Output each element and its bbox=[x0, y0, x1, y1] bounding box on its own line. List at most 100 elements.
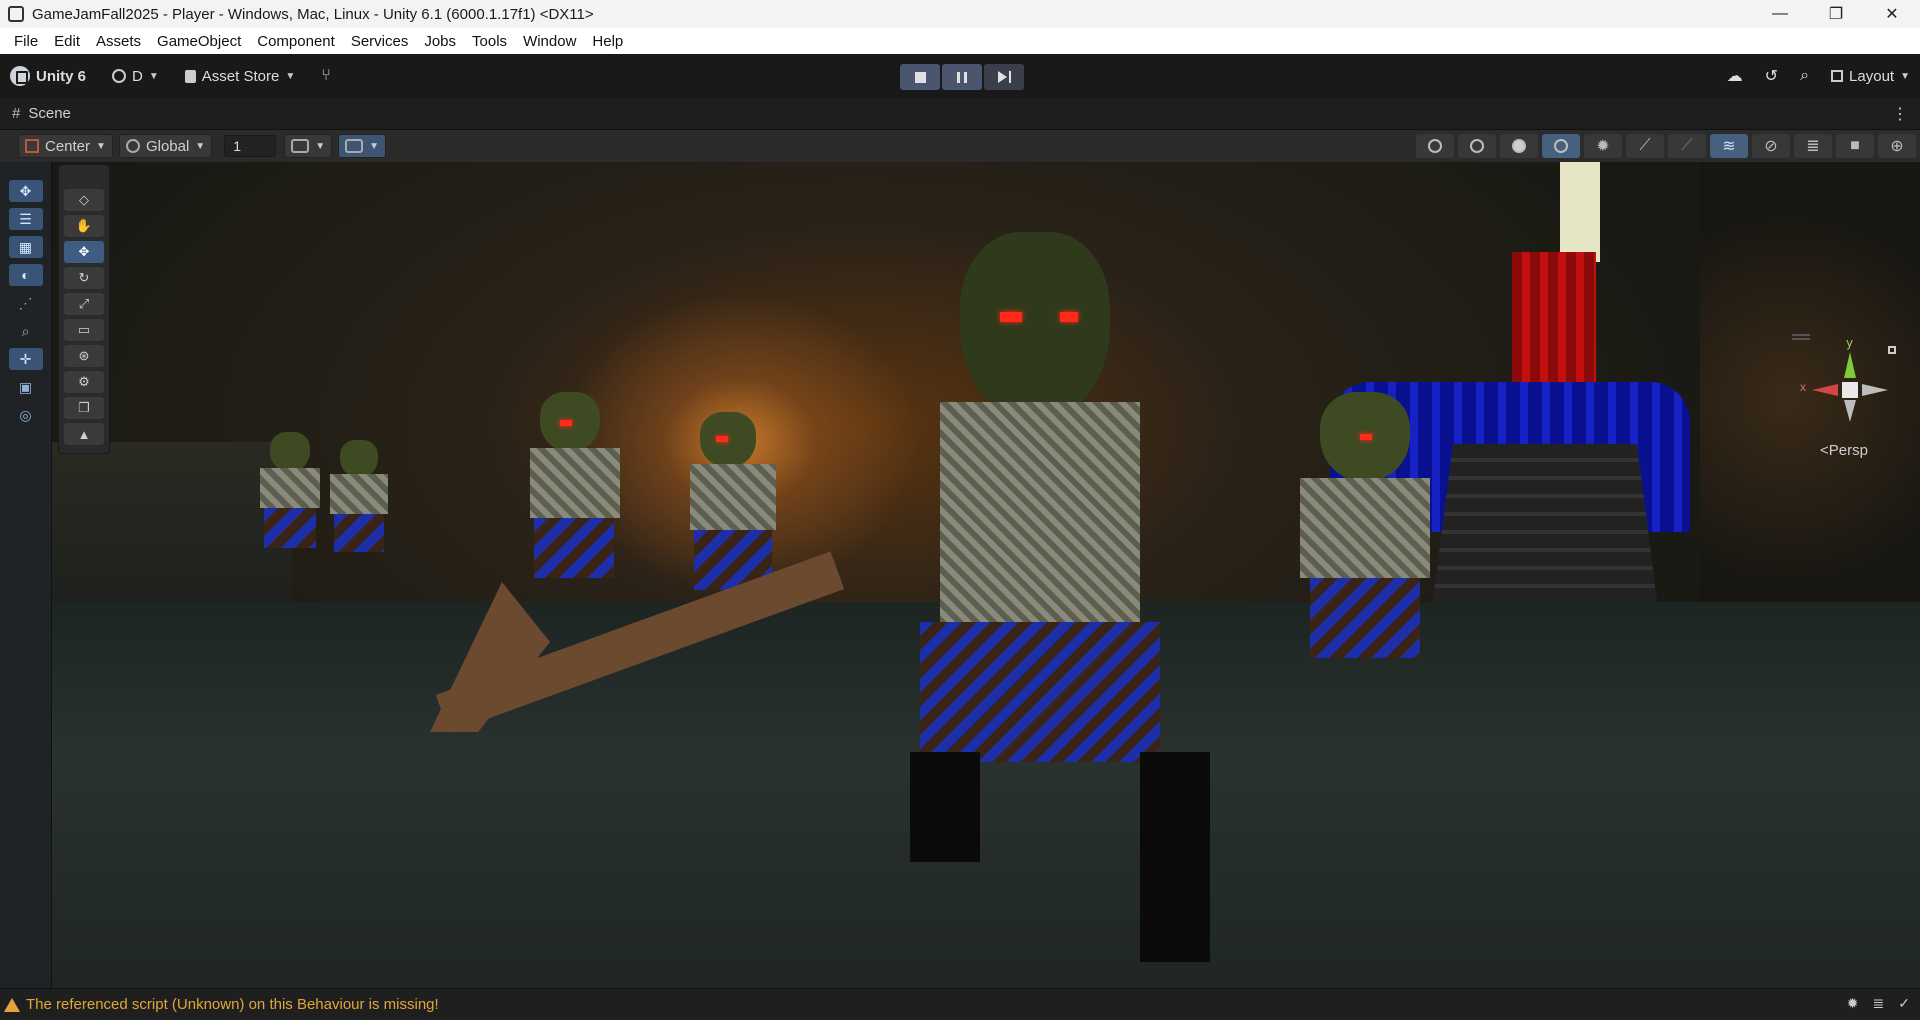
shaded-wireframe-mode-button[interactable] bbox=[1458, 134, 1496, 158]
close-button[interactable]: ✕ bbox=[1864, 0, 1920, 28]
lighting-toggle[interactable]: ⟋ bbox=[1668, 134, 1706, 158]
menu-window[interactable]: Window bbox=[515, 33, 584, 50]
stack-icon[interactable]: ≣ bbox=[1873, 995, 1885, 1012]
unity-brand[interactable]: Unity 6 bbox=[10, 66, 86, 86]
layout-dropdown[interactable]: Layout ▼ bbox=[1831, 68, 1910, 85]
space-label: Global bbox=[145, 137, 190, 155]
move-icon[interactable]: ✥ bbox=[8, 180, 43, 202]
snap-icon bbox=[291, 139, 310, 153]
custom-tool-icon[interactable]: ⚙ bbox=[64, 371, 104, 393]
shopping-bag-icon bbox=[184, 69, 196, 83]
eye-off-icon: ⊘ bbox=[1764, 138, 1778, 155]
grid-snapping-dropdown[interactable]: ▼ bbox=[338, 134, 387, 158]
lock-icon[interactable] bbox=[1888, 346, 1896, 354]
goblin-body bbox=[530, 448, 620, 518]
goblin[interactable] bbox=[250, 432, 410, 572]
projection-toggle[interactable]: <Persp bbox=[1820, 442, 1868, 459]
minimize-button[interactable]: — bbox=[1752, 0, 1808, 28]
space-dropdown[interactable]: Global ▼ bbox=[118, 134, 213, 158]
menu-edit[interactable]: Edit bbox=[46, 33, 88, 50]
orientation-gizmo[interactable]: y x <Persp bbox=[1792, 334, 1900, 459]
duplicate-icon[interactable]: ❐ bbox=[64, 397, 104, 419]
asset-store-dropdown[interactable]: Asset Store ▼ bbox=[184, 67, 295, 85]
scene-visibility-toggle[interactable]: ⊘ bbox=[1752, 134, 1790, 158]
draw-mode-dropdown[interactable]: ≣ bbox=[1794, 134, 1832, 158]
unlit-mode-button[interactable] bbox=[1500, 134, 1538, 158]
sphere-icon[interactable]: ◐ bbox=[8, 264, 43, 286]
grid-icon[interactable]: ▦ bbox=[8, 236, 43, 258]
menu-assets[interactable]: Assets bbox=[88, 33, 149, 50]
compass-icon[interactable]: ◎ bbox=[9, 404, 43, 426]
move-icon[interactable]: ✥ bbox=[64, 241, 104, 263]
menu-bar: File Edit Assets GameObject Component Se… bbox=[0, 28, 1920, 54]
stop-icon bbox=[914, 71, 926, 83]
nodes-icon[interactable]: ⋰ bbox=[9, 292, 43, 314]
menu-gameobject[interactable]: GameObject bbox=[149, 33, 249, 50]
bug-icon: ✹ bbox=[1596, 138, 1610, 155]
rotate-icon[interactable]: ↻ bbox=[64, 267, 104, 289]
restore-button[interactable]: ❐ bbox=[1808, 0, 1864, 28]
unity-app-icon bbox=[8, 6, 24, 22]
camera-icon[interactable]: ▣ bbox=[9, 376, 43, 398]
menu-services[interactable]: Services bbox=[343, 33, 417, 50]
gizmo-center[interactable] bbox=[1842, 382, 1858, 398]
pivot-dropdown[interactable]: Center ▼ bbox=[18, 134, 113, 158]
debug-draw-mode-dropdown[interactable]: ✹ bbox=[1584, 134, 1622, 158]
toggle-2d-button[interactable]: ⟋ bbox=[1626, 134, 1664, 158]
move-axes-icon[interactable]: ✛ bbox=[8, 348, 43, 370]
goblin-leader[interactable] bbox=[860, 232, 1220, 962]
wireframe-mode-button[interactable] bbox=[1416, 134, 1454, 158]
camera-settings-dropdown[interactable]: ■ bbox=[1836, 134, 1874, 158]
gizmos-dropdown[interactable]: ⊕ bbox=[1878, 134, 1916, 158]
view-cube-icon[interactable]: ◇ bbox=[64, 189, 104, 211]
menu-component[interactable]: Component bbox=[249, 33, 343, 50]
rect-icon[interactable]: ▭ bbox=[64, 319, 104, 341]
transform-icon[interactable]: ☰ bbox=[8, 208, 43, 230]
projection-label: Persp bbox=[1828, 442, 1868, 459]
version-control-button[interactable]: ⑂ bbox=[321, 67, 331, 85]
goblin-eye bbox=[1000, 312, 1022, 322]
goblin-head bbox=[270, 432, 310, 472]
menu-help[interactable]: Help bbox=[584, 33, 631, 50]
axis-neg-x-arrow[interactable] bbox=[1862, 384, 1888, 396]
drag-handle[interactable] bbox=[1792, 334, 1810, 336]
warning-icon bbox=[4, 997, 20, 1012]
goblin[interactable] bbox=[470, 392, 890, 632]
effects-dropdown[interactable]: ≋ bbox=[1710, 134, 1748, 158]
scale-icon[interactable]: ⤢ bbox=[64, 293, 104, 315]
scene-viewport[interactable]: y x <Persp bbox=[0, 162, 1920, 988]
shaded-mode-button[interactable] bbox=[1542, 134, 1580, 158]
pivot-icon bbox=[25, 139, 39, 153]
tab-scene[interactable]: Scene bbox=[28, 105, 71, 122]
menu-jobs[interactable]: Jobs bbox=[416, 33, 464, 50]
zoom-icon[interactable]: ⌕ bbox=[9, 320, 43, 342]
layout-label: Layout bbox=[1849, 67, 1895, 85]
cloud-icon[interactable]: ☁ bbox=[1727, 66, 1743, 86]
increment-snap-dropdown[interactable]: ▼ bbox=[284, 134, 333, 158]
grid-snap-input[interactable]: 1 bbox=[224, 135, 277, 157]
grid-snap-icon bbox=[345, 139, 364, 153]
axis-x-arrow[interactable] bbox=[1812, 384, 1838, 396]
terrain-icon[interactable]: ▲ bbox=[64, 423, 104, 445]
status-message[interactable]: The referenced script (Unknown) on this … bbox=[26, 996, 439, 1013]
menu-tools[interactable]: Tools bbox=[464, 33, 515, 50]
axis-y-arrow[interactable] bbox=[1844, 352, 1856, 378]
unity-logo-icon bbox=[10, 66, 30, 86]
axis-neg-y-arrow[interactable] bbox=[1844, 400, 1856, 422]
asset-store-label: Asset Store bbox=[201, 67, 280, 85]
chevron-down-icon: ▼ bbox=[315, 140, 326, 152]
stop-button[interactable] bbox=[900, 64, 940, 90]
transform-icon[interactable]: ⊛ bbox=[64, 345, 104, 367]
history-icon[interactable]: ↺ bbox=[1765, 66, 1778, 86]
menu-file[interactable]: File bbox=[6, 33, 46, 50]
goblin[interactable] bbox=[1200, 392, 1500, 692]
hand-icon[interactable]: ✋ bbox=[64, 215, 104, 237]
step-button[interactable] bbox=[984, 64, 1024, 90]
more-options-icon[interactable]: ⋮ bbox=[1892, 104, 1908, 124]
pause-button[interactable] bbox=[942, 64, 982, 90]
goblin-body bbox=[260, 468, 320, 508]
search-icon[interactable]: ⌕ bbox=[1800, 67, 1809, 85]
account-dropdown[interactable]: D ▼ bbox=[112, 68, 159, 85]
check-icon[interactable]: ✓ bbox=[1898, 995, 1910, 1012]
debug-icon[interactable]: ✹ bbox=[1847, 995, 1859, 1012]
